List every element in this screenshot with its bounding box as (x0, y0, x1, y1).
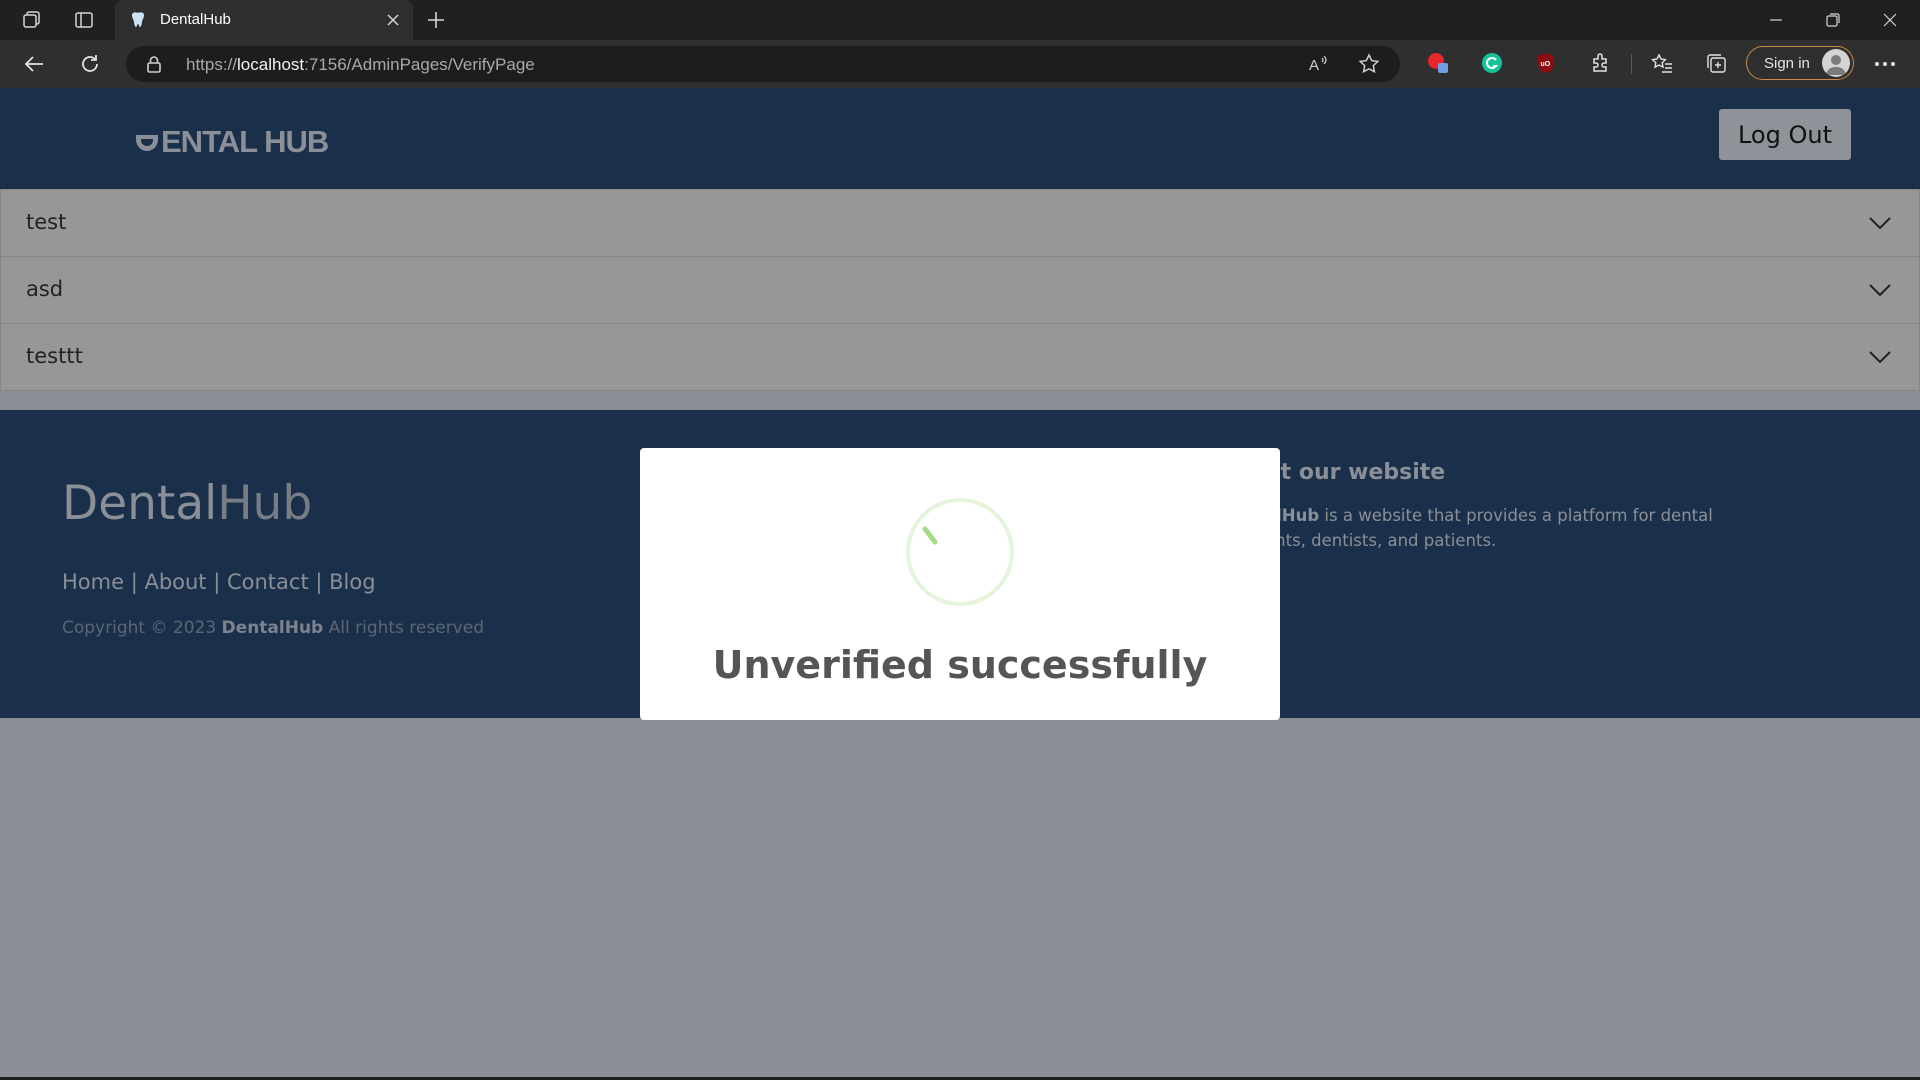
extensions-icon[interactable] (1589, 51, 1613, 75)
browser-tab-bar: DentalHub (0, 0, 1920, 40)
workspaces-icon[interactable] (14, 4, 50, 36)
footer-link-blog[interactable]: Blog (329, 570, 375, 594)
footer-about-text: alHub is a website that provides a platf… (1265, 506, 1713, 550)
modal-title: Unverified successfully (712, 643, 1208, 687)
active-tab[interactable]: DentalHub (115, 0, 413, 40)
footer-link-contact[interactable]: Contact (227, 570, 309, 594)
window-close-icon[interactable] (1862, 0, 1918, 40)
tab-actions-icon[interactable] (66, 4, 102, 36)
footer-copyright: Copyright © 2023 DentalHub All rights re… (62, 618, 484, 638)
logo-text: ENTAL HUB (161, 124, 329, 159)
address-bar[interactable]: https://localhost:7156/AdminPages/Verify… (126, 46, 1400, 82)
footer-link-about[interactable]: About (144, 570, 206, 594)
favorite-star-icon[interactable] (1354, 49, 1384, 79)
accordion-item[interactable]: testtt (0, 323, 1920, 391)
logout-button[interactable]: Log Out (1719, 109, 1851, 160)
profile-icon (1822, 49, 1850, 77)
chevron-down-icon[interactable] (1867, 210, 1893, 236)
accordion-item[interactable]: test (0, 189, 1920, 257)
footer-logo: DentalHub (62, 476, 313, 531)
footer-about-title: ut our website (1265, 460, 1446, 485)
ublock-icon[interactable]: uO (1534, 51, 1558, 75)
accordion-item[interactable]: asd (0, 256, 1920, 324)
accordion-item-label: asd (26, 277, 64, 301)
collections-icon[interactable] (1704, 51, 1728, 75)
accordion-item-label: test (26, 210, 67, 234)
refresh-icon[interactable] (70, 44, 110, 84)
footer-about: ut our website alHub is a website that p… (1265, 460, 1725, 553)
tooth-logo-icon (135, 130, 159, 154)
minimize-icon[interactable] (1748, 0, 1804, 40)
grammarly-icon[interactable] (1480, 51, 1504, 75)
svg-text:uO: uO (1541, 61, 1551, 68)
restore-icon[interactable] (1805, 0, 1861, 40)
sign-in-button[interactable]: Sign in (1746, 46, 1854, 80)
read-aloud-icon[interactable]: A (1304, 49, 1334, 79)
more-icon[interactable] (1865, 44, 1905, 84)
close-icon[interactable] (379, 6, 407, 34)
chevron-down-icon[interactable] (1867, 277, 1893, 303)
accordion-item-label: testtt (26, 344, 83, 368)
svg-text:A: A (1309, 57, 1319, 74)
tooth-favicon-icon (129, 11, 147, 29)
lock-icon[interactable] (144, 54, 164, 74)
status-modal: Unverified successfully (640, 448, 1280, 720)
back-icon[interactable] (14, 44, 54, 84)
new-tab-icon[interactable] (418, 4, 454, 36)
toolbar-divider (1631, 54, 1632, 74)
favorites-icon[interactable] (1650, 51, 1674, 75)
browser-toolbar: https://localhost:7156/AdminPages/Verify… (0, 40, 1920, 88)
extension-red-icon[interactable] (1426, 51, 1450, 75)
site-header: ENTAL HUB Log Out (0, 88, 1920, 189)
footer-link-home[interactable]: Home (62, 570, 124, 594)
tab-title: DentalHub (160, 11, 231, 28)
chevron-down-icon[interactable] (1867, 344, 1893, 370)
site-logo[interactable]: ENTAL HUB (135, 122, 329, 162)
url-text[interactable]: https://localhost:7156/AdminPages/Verify… (186, 55, 535, 75)
sign-in-label: Sign in (1764, 55, 1810, 72)
loading-spinner-icon (906, 498, 1014, 606)
footer-links: Home | About | Contact | Blog (62, 570, 376, 594)
